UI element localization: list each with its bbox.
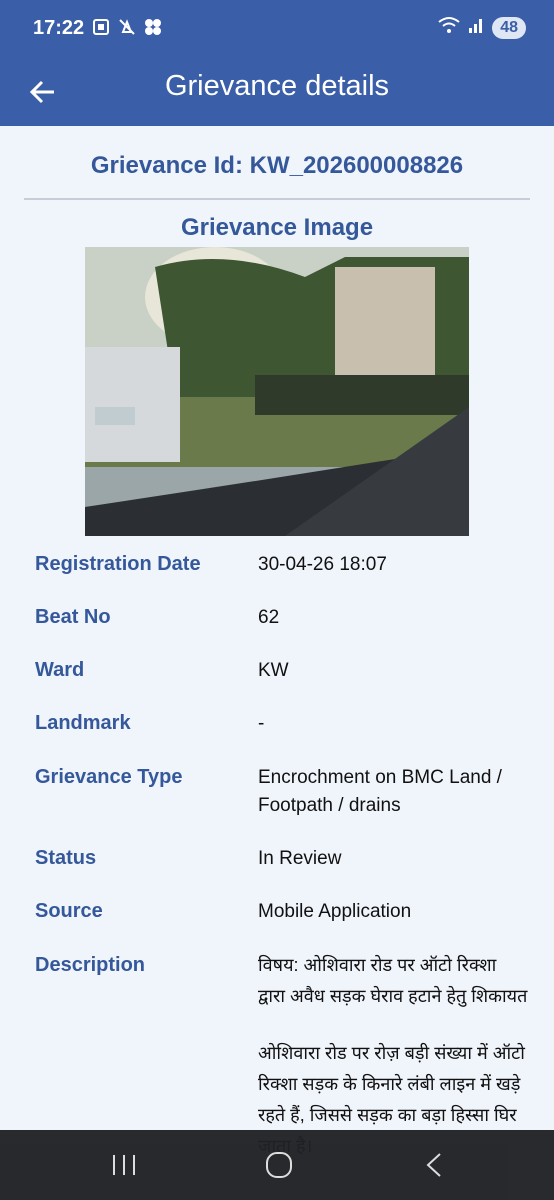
detail-value: Encrochment on BMC Land / Footpath / dra… <box>258 767 502 816</box>
detail-label: Grievance Type <box>35 766 183 788</box>
recent-apps-icon[interactable] <box>104 1150 144 1180</box>
page-title: Grievance details <box>164 70 390 102</box>
grievance-image-title: Grievance Image <box>180 214 374 241</box>
status-bar: 17:22 48 <box>0 0 554 58</box>
detail-value: Mobile Application <box>258 901 412 922</box>
detail-label: Ward <box>35 659 85 681</box>
app-bar: Grievance details <box>0 58 554 126</box>
pinwheel-icon <box>144 18 162 36</box>
status-time: 17:22 <box>33 17 85 39</box>
detail-value: In Review <box>258 848 342 869</box>
divider <box>24 198 530 200</box>
detail-label: Status <box>35 847 97 869</box>
detail-value: 30-04-26 18:07 <box>258 554 387 575</box>
system-nav-bar <box>0 1130 554 1200</box>
detail-label: Beat No <box>35 606 111 628</box>
signal-icon <box>468 16 484 39</box>
screenshot-icon <box>92 18 110 36</box>
detail-value: KW <box>258 660 289 681</box>
wifi-icon <box>438 16 460 39</box>
grievance-id: Grievance Id: KW_202600008826 <box>90 152 464 179</box>
status-icons <box>92 18 162 36</box>
grievance-photo[interactable] <box>85 247 469 536</box>
home-icon[interactable] <box>259 1150 299 1180</box>
detail-label: Registration Date <box>35 553 201 575</box>
detail-value: - <box>258 713 265 734</box>
back-nav-icon[interactable] <box>414 1150 454 1180</box>
description-paragraph: विषय: ओशिवारा रोड पर ऑटो रिक्शा द्वारा अ… <box>258 955 528 1006</box>
status-right: 48 <box>438 16 526 39</box>
detail-label: Source <box>35 900 103 922</box>
battery-badge: 48 <box>492 16 526 39</box>
detail-value: 62 <box>258 607 280 628</box>
detail-label: Landmark <box>35 712 131 734</box>
mute-icon <box>118 18 136 36</box>
detail-label: Description <box>35 954 146 976</box>
